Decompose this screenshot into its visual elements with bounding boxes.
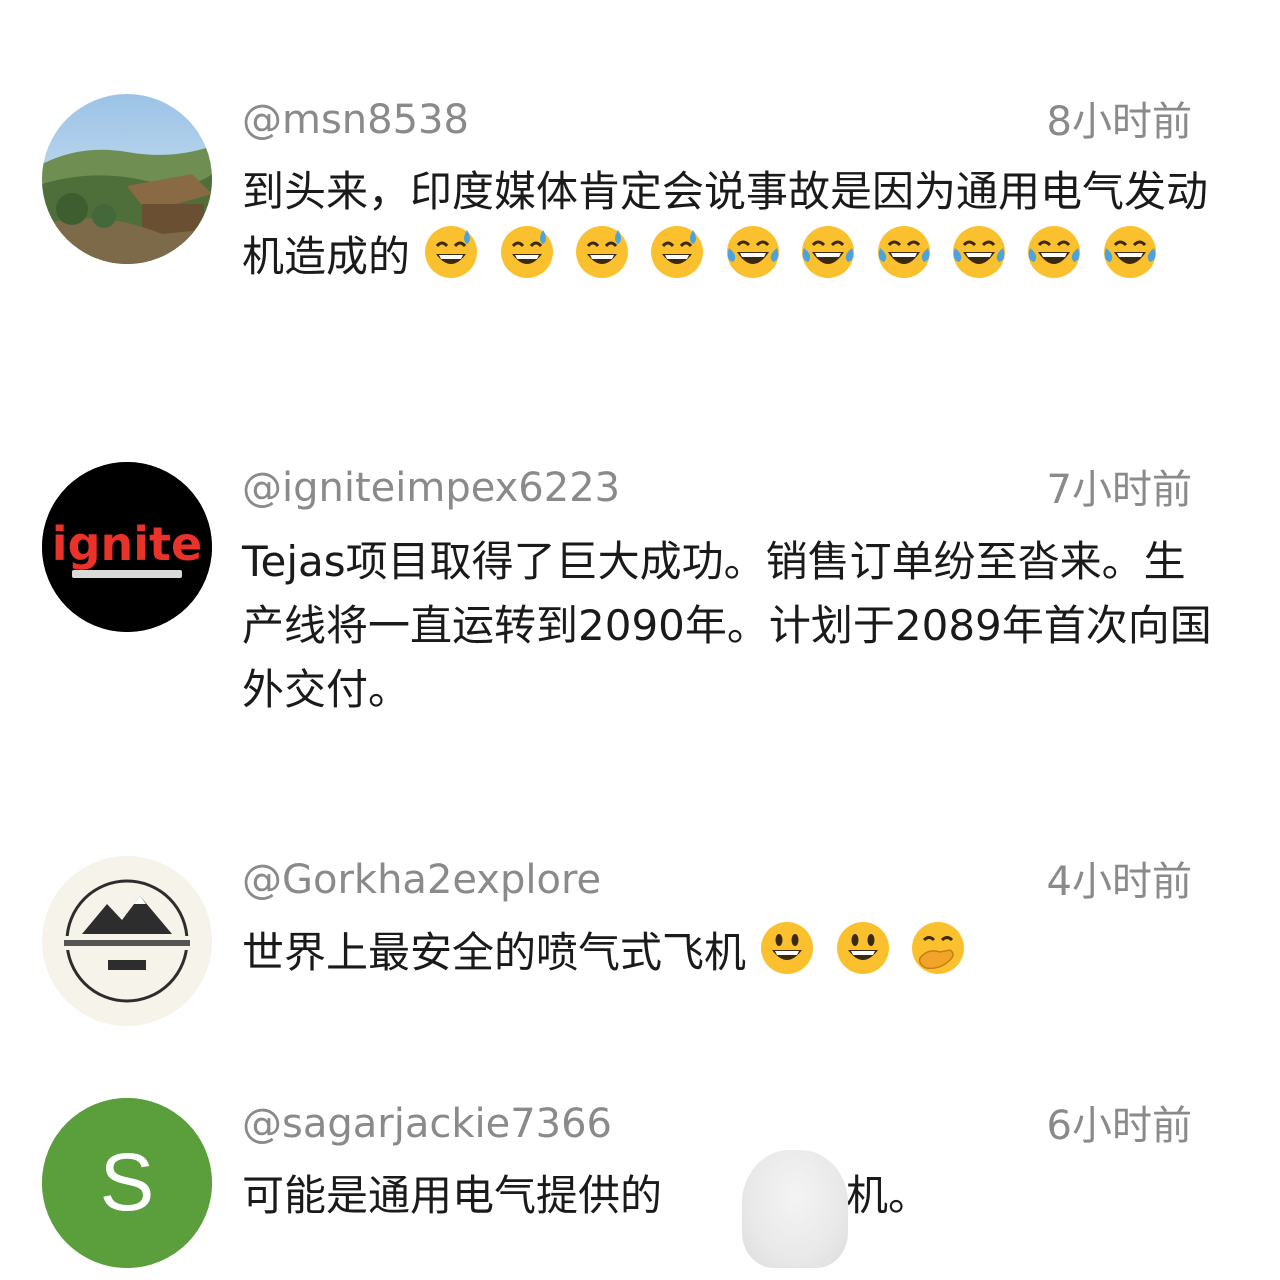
grinning-sweat-icon bbox=[649, 224, 705, 280]
comment-timestamp: 7小时前 bbox=[1046, 467, 1192, 513]
grinning-sweat-icon bbox=[423, 224, 479, 280]
grinning-sweat-icon bbox=[499, 224, 555, 280]
comment-username[interactable]: @Gorkha2explore bbox=[242, 856, 601, 904]
comment-text: Tejas项目取得了巨大成功。销售订单纷至沓来。生产线将一直运转到2090年。计… bbox=[242, 530, 1217, 722]
letter-avatar-icon: S bbox=[42, 1098, 212, 1268]
avatar[interactable]: ignite bbox=[42, 462, 212, 632]
landscape-photo-icon bbox=[42, 94, 212, 264]
tears-of-joy-icon bbox=[876, 224, 932, 280]
comment-timestamp: 8小时前 bbox=[1046, 99, 1192, 145]
tears-of-joy-icon bbox=[951, 224, 1007, 280]
tears-of-joy-icon bbox=[800, 224, 856, 280]
comment-text: 世界上最安全的喷气式飞机 bbox=[242, 920, 1217, 985]
comment-text: 可能是通用电气提供的发动机。 bbox=[242, 1164, 1217, 1228]
ignite-logo-icon: ignite bbox=[42, 462, 212, 632]
comment-feed: @msn8538 8小时前 到头来，印度媒体肯定会说事故是因为通用电气发动机造成… bbox=[0, 0, 1280, 1280]
svg-text:ignite: ignite bbox=[52, 517, 202, 571]
comment-username[interactable]: @sagarjackie7366 bbox=[242, 1100, 612, 1148]
tears-of-joy-icon bbox=[725, 224, 781, 280]
avatar[interactable]: S bbox=[42, 1098, 212, 1268]
comment-username[interactable]: @igniteimpex6223 bbox=[242, 464, 620, 512]
smiley-icon bbox=[835, 920, 891, 976]
tears-of-joy-icon bbox=[1026, 224, 1082, 280]
comment-text-content: Tejas项目取得了巨大成功。销售订单纷至沓来。生产线将一直运转到2090年。计… bbox=[242, 537, 1212, 714]
comment-text-content: 世界上最安全的喷气式飞机 bbox=[242, 928, 747, 977]
comment-username[interactable]: @msn8538 bbox=[242, 96, 469, 144]
grinning-sweat-icon bbox=[574, 224, 630, 280]
comment-timestamp: 6小时前 bbox=[1046, 1103, 1192, 1149]
smiley-icon bbox=[759, 920, 815, 976]
comment-text: 到头来，印度媒体肯定会说事故是因为通用电气发动机造成的 bbox=[242, 160, 1217, 289]
emoji-row bbox=[410, 226, 1164, 281]
mountain-badge-icon bbox=[42, 856, 212, 1026]
image-smudge bbox=[742, 1150, 848, 1268]
comment-timestamp: 4小时前 bbox=[1046, 859, 1192, 905]
avatar[interactable] bbox=[42, 856, 212, 1026]
hand-over-mouth-icon bbox=[910, 920, 966, 976]
avatar[interactable] bbox=[42, 94, 212, 264]
comment-text-before: 可能是通用电气提供的 bbox=[242, 1171, 663, 1220]
svg-text:S: S bbox=[100, 1137, 155, 1228]
tears-of-joy-icon bbox=[1102, 224, 1158, 280]
emoji-row bbox=[746, 922, 972, 977]
